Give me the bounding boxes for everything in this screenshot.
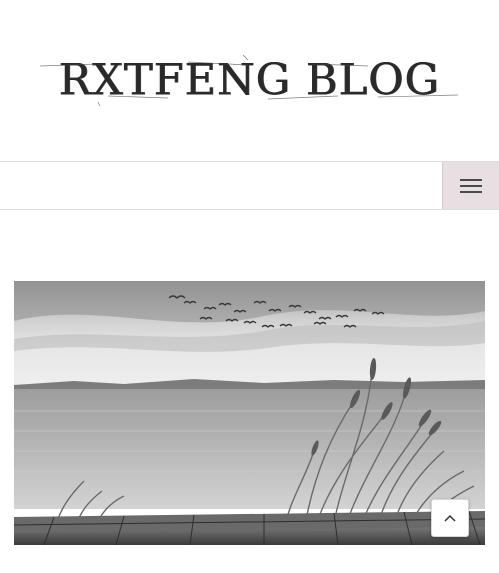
menu-toggle-button[interactable] xyxy=(442,162,499,209)
featured-image[interactable] xyxy=(14,281,485,545)
lake-pier-photo xyxy=(14,281,485,545)
main-navigation-bar xyxy=(0,161,499,210)
site-logo-link[interactable]: RXTFENG BLOG xyxy=(38,52,462,108)
scroll-to-top-button[interactable] xyxy=(431,499,469,537)
site-header: RXTFENG BLOG xyxy=(0,0,499,161)
chevron-up-icon xyxy=(444,514,456,522)
hamburger-menu-icon xyxy=(460,178,482,193)
site-logo-text: RXTFENG BLOG xyxy=(59,54,441,106)
